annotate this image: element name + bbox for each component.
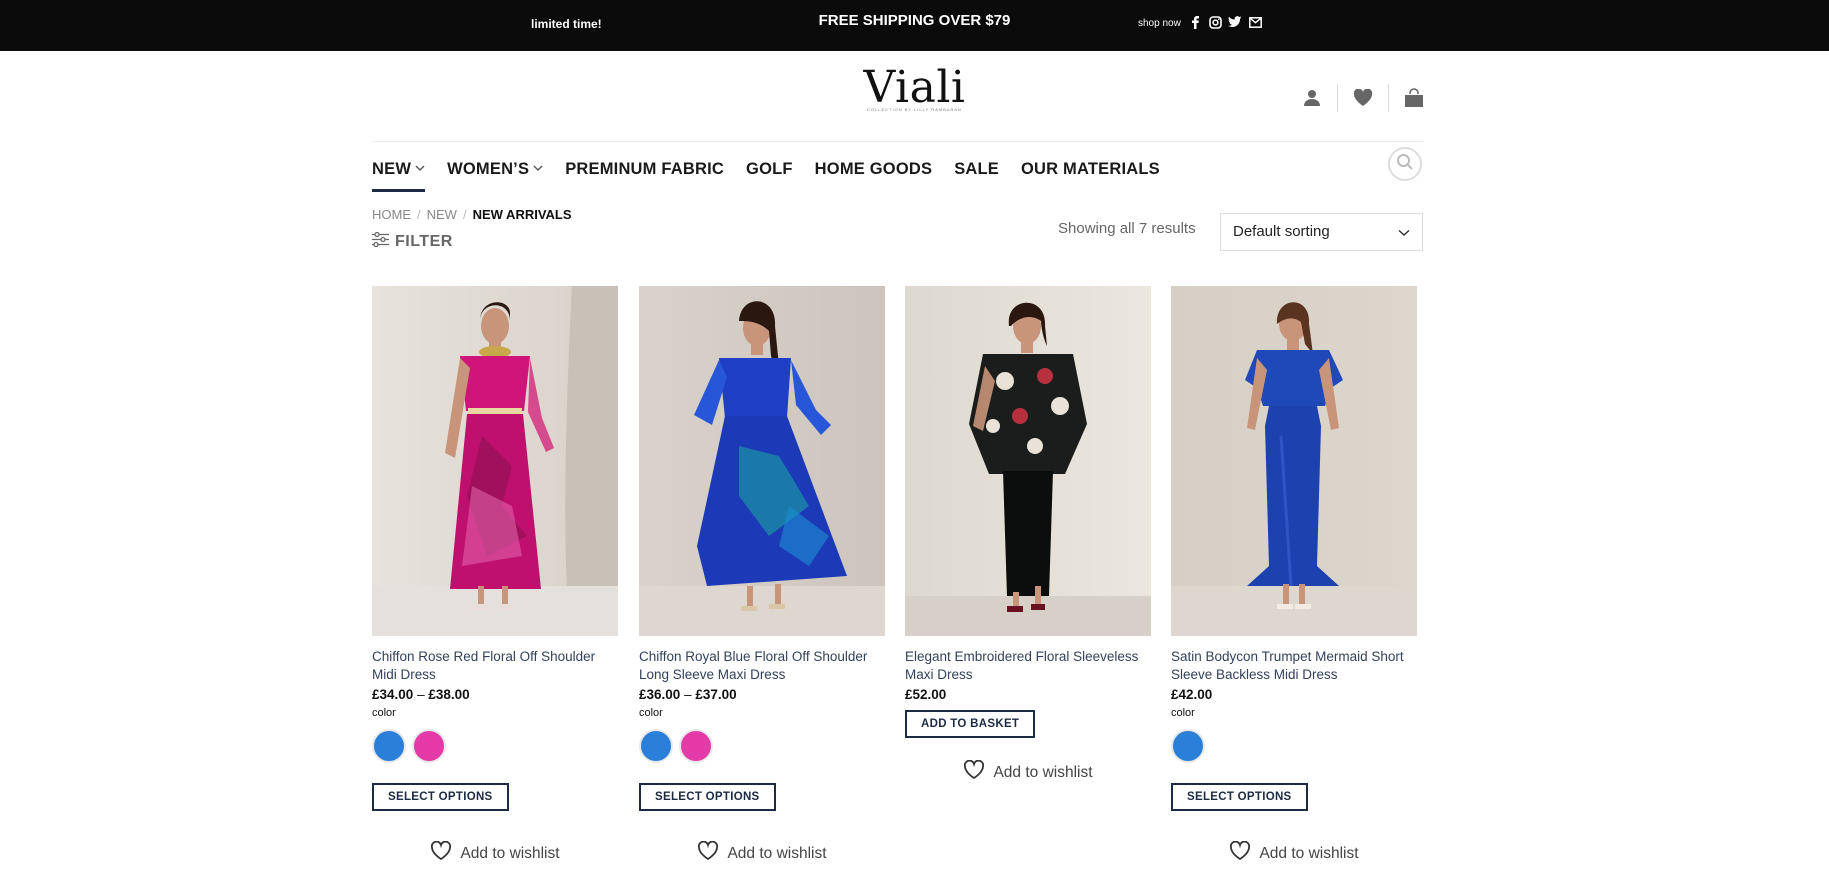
price-high: £37.00 bbox=[695, 687, 737, 702]
wishlist-label: Add to wishlist bbox=[993, 763, 1093, 781]
color-swatches bbox=[1171, 729, 1417, 763]
nav-label: OUR MATERIALS bbox=[1021, 159, 1160, 178]
color-swatches bbox=[639, 729, 885, 763]
color-label: color bbox=[372, 707, 396, 719]
price-low: £36.00 bbox=[639, 687, 681, 702]
product-card: Chiffon Royal Blue Floral Off Shoulder L… bbox=[639, 286, 885, 866]
wishlist-label: Add to wishlist bbox=[1259, 844, 1359, 862]
add-to-wishlist-link[interactable]: Add to wishlist bbox=[905, 759, 1151, 785]
swatch-pink[interactable] bbox=[679, 729, 713, 763]
filter-button[interactable]: FILTER bbox=[372, 231, 453, 252]
nav-item-sale[interactable]: SALE bbox=[954, 152, 999, 186]
chevron-down-icon bbox=[1398, 224, 1410, 241]
search-button[interactable] bbox=[1388, 147, 1422, 181]
swatch-blue[interactable] bbox=[1171, 729, 1205, 763]
free-shipping-promo: FREE SHIPPING OVER $79 bbox=[818, 12, 1011, 29]
swatch-blue[interactable] bbox=[639, 729, 673, 763]
social-links bbox=[1188, 15, 1262, 29]
nav-item-new[interactable]: NEW bbox=[372, 152, 426, 192]
breadcrumb-current: NEW ARRIVALS bbox=[472, 207, 572, 222]
product-title[interactable]: Elegant Embroidered Floral Sleeveless Ma… bbox=[905, 648, 1151, 684]
nav-item-home-goods[interactable]: HOME GOODS bbox=[815, 152, 933, 186]
nav-label: SALE bbox=[954, 159, 999, 178]
header-separator bbox=[1388, 84, 1389, 112]
header-divider bbox=[372, 141, 1423, 142]
breadcrumb-new[interactable]: NEW bbox=[427, 207, 457, 222]
select-options-button[interactable]: SELECT OPTIONS bbox=[639, 783, 776, 811]
product-card: Chiffon Rose Red Floral Off Shoulder Mid… bbox=[372, 286, 618, 866]
product-image[interactable] bbox=[1171, 286, 1417, 636]
product-price: £34.00 – £38.00 bbox=[372, 687, 618, 702]
wishlist-icon[interactable] bbox=[1351, 86, 1375, 110]
breadcrumb-separator: / bbox=[417, 207, 421, 222]
logo-tagline: COLLECTION BY LILLY RAMBARAN bbox=[867, 107, 962, 112]
product-title[interactable]: Chiffon Royal Blue Floral Off Shoulder L… bbox=[639, 648, 885, 684]
twitter-icon[interactable] bbox=[1228, 15, 1242, 29]
swatch-pink[interactable] bbox=[412, 729, 446, 763]
product-price: £36.00 – £37.00 bbox=[639, 687, 885, 702]
product-card: Elegant Embroidered Floral Sleeveless Ma… bbox=[905, 286, 1151, 785]
color-label: color bbox=[639, 707, 663, 719]
sorting-selected-value: Default sorting bbox=[1233, 223, 1330, 240]
chevron-down-icon bbox=[415, 164, 425, 175]
instagram-icon[interactable] bbox=[1208, 15, 1222, 29]
nav-item-our-materials[interactable]: OUR MATERIALS bbox=[1021, 152, 1160, 186]
nav-item-golf[interactable]: GOLF bbox=[746, 152, 793, 186]
email-icon[interactable] bbox=[1248, 15, 1262, 29]
top-announcement-bar: limited time! FREE SHIPPING OVER $79 sho… bbox=[0, 0, 1829, 51]
site-logo[interactable]: Viali COLLECTION BY LILLY RAMBARAN bbox=[0, 62, 1829, 113]
product-card: Satin Bodycon Trumpet Mermaid Short Slee… bbox=[1171, 286, 1417, 866]
breadcrumb-home[interactable]: HOME bbox=[372, 207, 411, 222]
nav-label: HOME GOODS bbox=[814, 159, 933, 178]
logo-wordmark: Viali bbox=[863, 62, 966, 113]
heart-outline-icon bbox=[1229, 840, 1251, 866]
nav-label: NEW bbox=[372, 159, 412, 178]
nav-item-womens[interactable]: WOMEN’S bbox=[447, 152, 543, 186]
product-price: £42.00 bbox=[1171, 687, 1213, 702]
add-to-basket-button[interactable]: ADD TO BASKET bbox=[905, 710, 1036, 738]
price-separator: – bbox=[417, 687, 425, 702]
main-navigation: NEW WOMEN’S PREMINUM FABRIC GOLF HOME GO… bbox=[372, 152, 1160, 192]
color-swatches bbox=[372, 729, 618, 763]
wishlist-label: Add to wishlist bbox=[727, 844, 827, 862]
results-count: Showing all 7 results bbox=[1058, 220, 1196, 237]
price-low: £34.00 bbox=[372, 687, 414, 702]
add-to-wishlist-link[interactable]: Add to wishlist bbox=[639, 840, 885, 866]
product-price: £52.00 bbox=[905, 687, 947, 702]
select-options-button[interactable]: SELECT OPTIONS bbox=[1171, 783, 1308, 811]
account-icon[interactable] bbox=[1300, 86, 1324, 110]
color-label: color bbox=[1171, 707, 1195, 719]
select-options-button[interactable]: SELECT OPTIONS bbox=[372, 783, 509, 811]
price-separator: – bbox=[684, 687, 692, 702]
heart-outline-icon bbox=[963, 759, 985, 785]
add-to-wishlist-link[interactable]: Add to wishlist bbox=[372, 840, 618, 866]
chevron-down-icon bbox=[533, 164, 543, 175]
product-title[interactable]: Chiffon Rose Red Floral Off Shoulder Mid… bbox=[372, 648, 618, 684]
swatch-blue[interactable] bbox=[372, 729, 406, 763]
breadcrumb-separator: / bbox=[462, 207, 467, 222]
header-actions bbox=[1300, 84, 1426, 112]
filter-label: FILTER bbox=[395, 233, 453, 250]
nav-item-premium-fabric[interactable]: PREMINUM FABRIC bbox=[565, 152, 724, 186]
nav-label: GOLF bbox=[746, 159, 793, 178]
product-image[interactable] bbox=[639, 286, 885, 636]
product-title[interactable]: Satin Bodycon Trumpet Mermaid Short Slee… bbox=[1171, 648, 1417, 684]
sorting-select[interactable]: Default sorting bbox=[1220, 213, 1423, 251]
product-image[interactable] bbox=[905, 286, 1151, 636]
filter-sliders-icon bbox=[372, 231, 389, 252]
add-to-wishlist-link[interactable]: Add to wishlist bbox=[1171, 840, 1417, 866]
breadcrumb: HOME / NEW / NEW ARRIVALS bbox=[372, 207, 572, 222]
price-high: £38.00 bbox=[428, 687, 470, 702]
search-icon bbox=[1396, 153, 1414, 176]
heart-outline-icon bbox=[430, 840, 452, 866]
cart-icon[interactable] bbox=[1402, 86, 1426, 110]
facebook-icon[interactable] bbox=[1188, 15, 1202, 29]
wishlist-label: Add to wishlist bbox=[460, 844, 560, 862]
shop-now-link[interactable]: shop now bbox=[1138, 18, 1181, 29]
heart-outline-icon bbox=[697, 840, 719, 866]
product-image[interactable] bbox=[372, 286, 618, 636]
header-separator bbox=[1337, 84, 1338, 112]
nav-label: WOMEN’S bbox=[447, 159, 530, 178]
nav-label: PREMINUM FABRIC bbox=[565, 159, 725, 178]
